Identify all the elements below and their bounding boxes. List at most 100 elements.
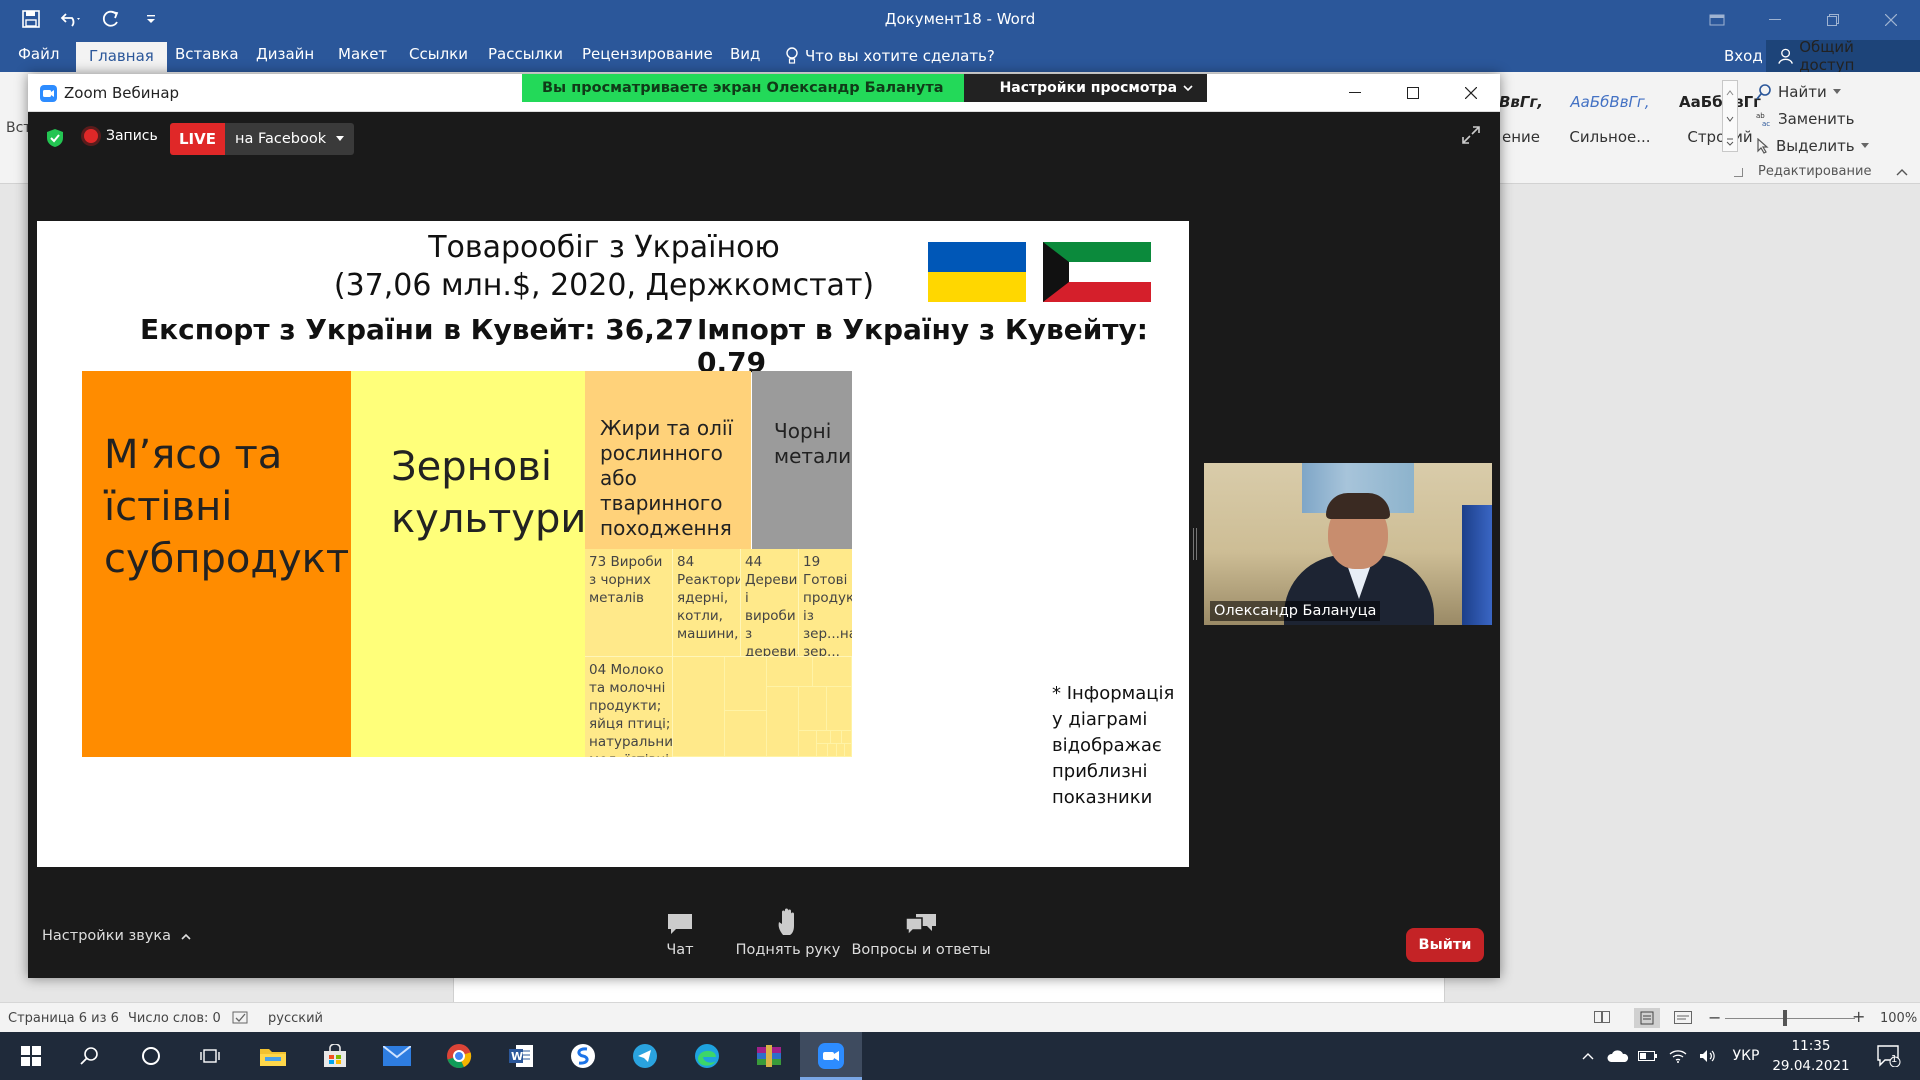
styles-scroll[interactable]	[1722, 80, 1738, 152]
view-options-button[interactable]: Настройки просмотра	[963, 74, 1208, 102]
zoom-in-button[interactable]: +	[1852, 1007, 1865, 1026]
ukraine-flag	[928, 242, 1026, 302]
notifications-button[interactable]: 1	[1866, 1032, 1912, 1080]
slide-footnote: * Інформація у діаграмі відображає прибл…	[1052, 683, 1175, 808]
taskbar-explorer[interactable]	[242, 1032, 304, 1080]
cortana-button[interactable]	[120, 1032, 182, 1080]
tile-small	[842, 731, 852, 744]
taskbar-edge[interactable]	[676, 1032, 738, 1080]
taskbar-chrome[interactable]	[428, 1032, 490, 1080]
zoom-slider-track[interactable]	[1725, 1018, 1855, 1019]
wifi-icon[interactable]	[1664, 1032, 1692, 1080]
task-view-button[interactable]	[180, 1032, 242, 1080]
tile-small	[813, 657, 852, 687]
share-button[interactable]: Общий доступ	[1766, 38, 1920, 74]
maximize-icon[interactable]	[1384, 74, 1442, 112]
web-layout-icon[interactable]	[1674, 1011, 1692, 1029]
tab-view[interactable]: Вид	[730, 45, 760, 63]
tile-small	[673, 657, 725, 757]
close-icon[interactable]	[1442, 74, 1500, 112]
battery-icon[interactable]	[1634, 1032, 1662, 1080]
tile-small	[767, 687, 799, 757]
replace-button[interactable]: ab ac Заменить	[1756, 105, 1869, 132]
leave-button[interactable]: Выйти	[1406, 928, 1484, 962]
word-count[interactable]: Число слов: 0	[128, 1011, 221, 1026]
tab-review[interactable]: Рецензирование	[582, 45, 713, 63]
zoom-slider-thumb[interactable]	[1783, 1010, 1787, 1026]
taskbar-mail[interactable]	[366, 1032, 428, 1080]
meeting-top-bar: Запись LIVE на Facebook	[28, 112, 1500, 160]
tile-small	[799, 731, 817, 757]
clock[interactable]: 11:35 29.04.2021	[1766, 1036, 1856, 1076]
tray-overflow-icon[interactable]	[1576, 1032, 1600, 1080]
word-icon: W	[509, 1045, 533, 1067]
sign-in-link[interactable]: Вход	[1724, 47, 1763, 65]
tab-mailings[interactable]: Рассылки	[488, 45, 563, 63]
tab-design[interactable]: Дизайн	[256, 45, 314, 63]
tile-19-label: 19 Готові продукти із зер...на зер...	[803, 554, 852, 657]
live-stream-button[interactable]: LIVE на Facebook	[170, 123, 355, 155]
svg-text:ac: ac	[1762, 120, 1770, 127]
search-button[interactable]	[58, 1032, 120, 1080]
qa-label: Вопросы и ответы	[851, 942, 991, 958]
live-badge: LIVE	[170, 123, 225, 155]
tab-insert[interactable]: Вставка	[175, 45, 239, 63]
read-mode-icon[interactable]	[1594, 1011, 1610, 1027]
taskbar-zoom[interactable]	[800, 1032, 862, 1080]
tab-references[interactable]: Ссылки	[409, 45, 468, 63]
style-item[interactable]: АаБбВвГг Строгий	[1674, 90, 1766, 146]
tell-me-search[interactable]: Что вы хотите сделать?	[785, 47, 995, 65]
recording-indicator[interactable]: Запись	[84, 124, 158, 148]
import-figure: Імпорт в Україну з Кувейту: 0,79	[697, 313, 1149, 379]
style-item[interactable]: ВвГг, ение	[1496, 90, 1546, 146]
svg-text:W: W	[511, 1050, 523, 1063]
input-language[interactable]: УКР	[1726, 1032, 1766, 1080]
fullscreen-icon[interactable]	[1462, 126, 1480, 148]
notification-count: 1	[1891, 1054, 1898, 1065]
tile-73: 73 Вироби з чорних металів	[585, 549, 673, 657]
audio-settings-button[interactable]: Настройки звука	[42, 928, 191, 944]
minimize-icon[interactable]	[1746, 0, 1804, 39]
start-button[interactable]	[0, 1032, 62, 1080]
taskbar-app-s[interactable]	[552, 1032, 614, 1080]
language-status[interactable]: русский	[268, 1011, 323, 1026]
tile-84-label: 84 Реактори ядерні, котли, машини,...	[677, 554, 741, 642]
zoom-webinar-window: Zoom Вебинар Вы просматриваете экран Оле…	[28, 74, 1500, 978]
styles-dialog-launcher-icon[interactable]	[1734, 168, 1743, 177]
folder-icon	[260, 1049, 286, 1066]
page-count[interactable]: Страница 6 из 6	[8, 1011, 119, 1026]
tab-home[interactable]: Главная	[76, 42, 167, 72]
tell-me-text: Что вы хотите сделать?	[805, 47, 995, 65]
qa-button[interactable]: Вопросы и ответы	[828, 906, 1014, 958]
tab-layout[interactable]: Макет	[338, 45, 387, 63]
print-layout-icon[interactable]	[1634, 1008, 1660, 1028]
taskbar-word[interactable]: W	[490, 1032, 552, 1080]
tile-44: 44 Деревина і вироби з дереви...	[741, 549, 799, 657]
minimize-icon[interactable]	[1326, 74, 1384, 112]
zoom-icon	[818, 1043, 844, 1069]
taskbar-store[interactable]	[304, 1032, 366, 1080]
kuwait-flag	[1043, 242, 1151, 302]
participant-video[interactable]: Олександр Балануца	[1204, 463, 1492, 625]
volume-icon[interactable]	[1694, 1032, 1722, 1080]
encryption-shield-icon[interactable]	[46, 128, 64, 152]
tile-small	[725, 657, 767, 711]
style-item[interactable]: АаБбВвГг, Сильное...	[1564, 90, 1656, 146]
export-figure: Експорт з України в Кувейт: 36,27	[140, 313, 694, 346]
tab-file[interactable]: Файл	[18, 45, 59, 63]
mail-icon	[383, 1046, 411, 1066]
onedrive-icon[interactable]	[1604, 1032, 1632, 1080]
proofing-icon[interactable]	[232, 1011, 250, 1029]
ribbon-display-options-icon[interactable]	[1688, 0, 1746, 39]
restore-icon[interactable]	[1804, 0, 1862, 39]
close-icon[interactable]	[1862, 0, 1920, 39]
select-button[interactable]: Выделить	[1756, 132, 1869, 159]
zoom-out-button[interactable]: −	[1708, 1008, 1721, 1027]
tile-44-label: 44 Деревина і вироби з дереви...	[745, 554, 798, 657]
zoom-level[interactable]: 100%	[1880, 1011, 1917, 1026]
find-button[interactable]: Найти	[1756, 78, 1869, 105]
taskbar-winrar[interactable]	[738, 1032, 800, 1080]
collapse-ribbon-icon[interactable]	[1896, 164, 1908, 180]
panel-splitter[interactable]	[1193, 528, 1197, 560]
taskbar-telegram[interactable]	[614, 1032, 676, 1080]
